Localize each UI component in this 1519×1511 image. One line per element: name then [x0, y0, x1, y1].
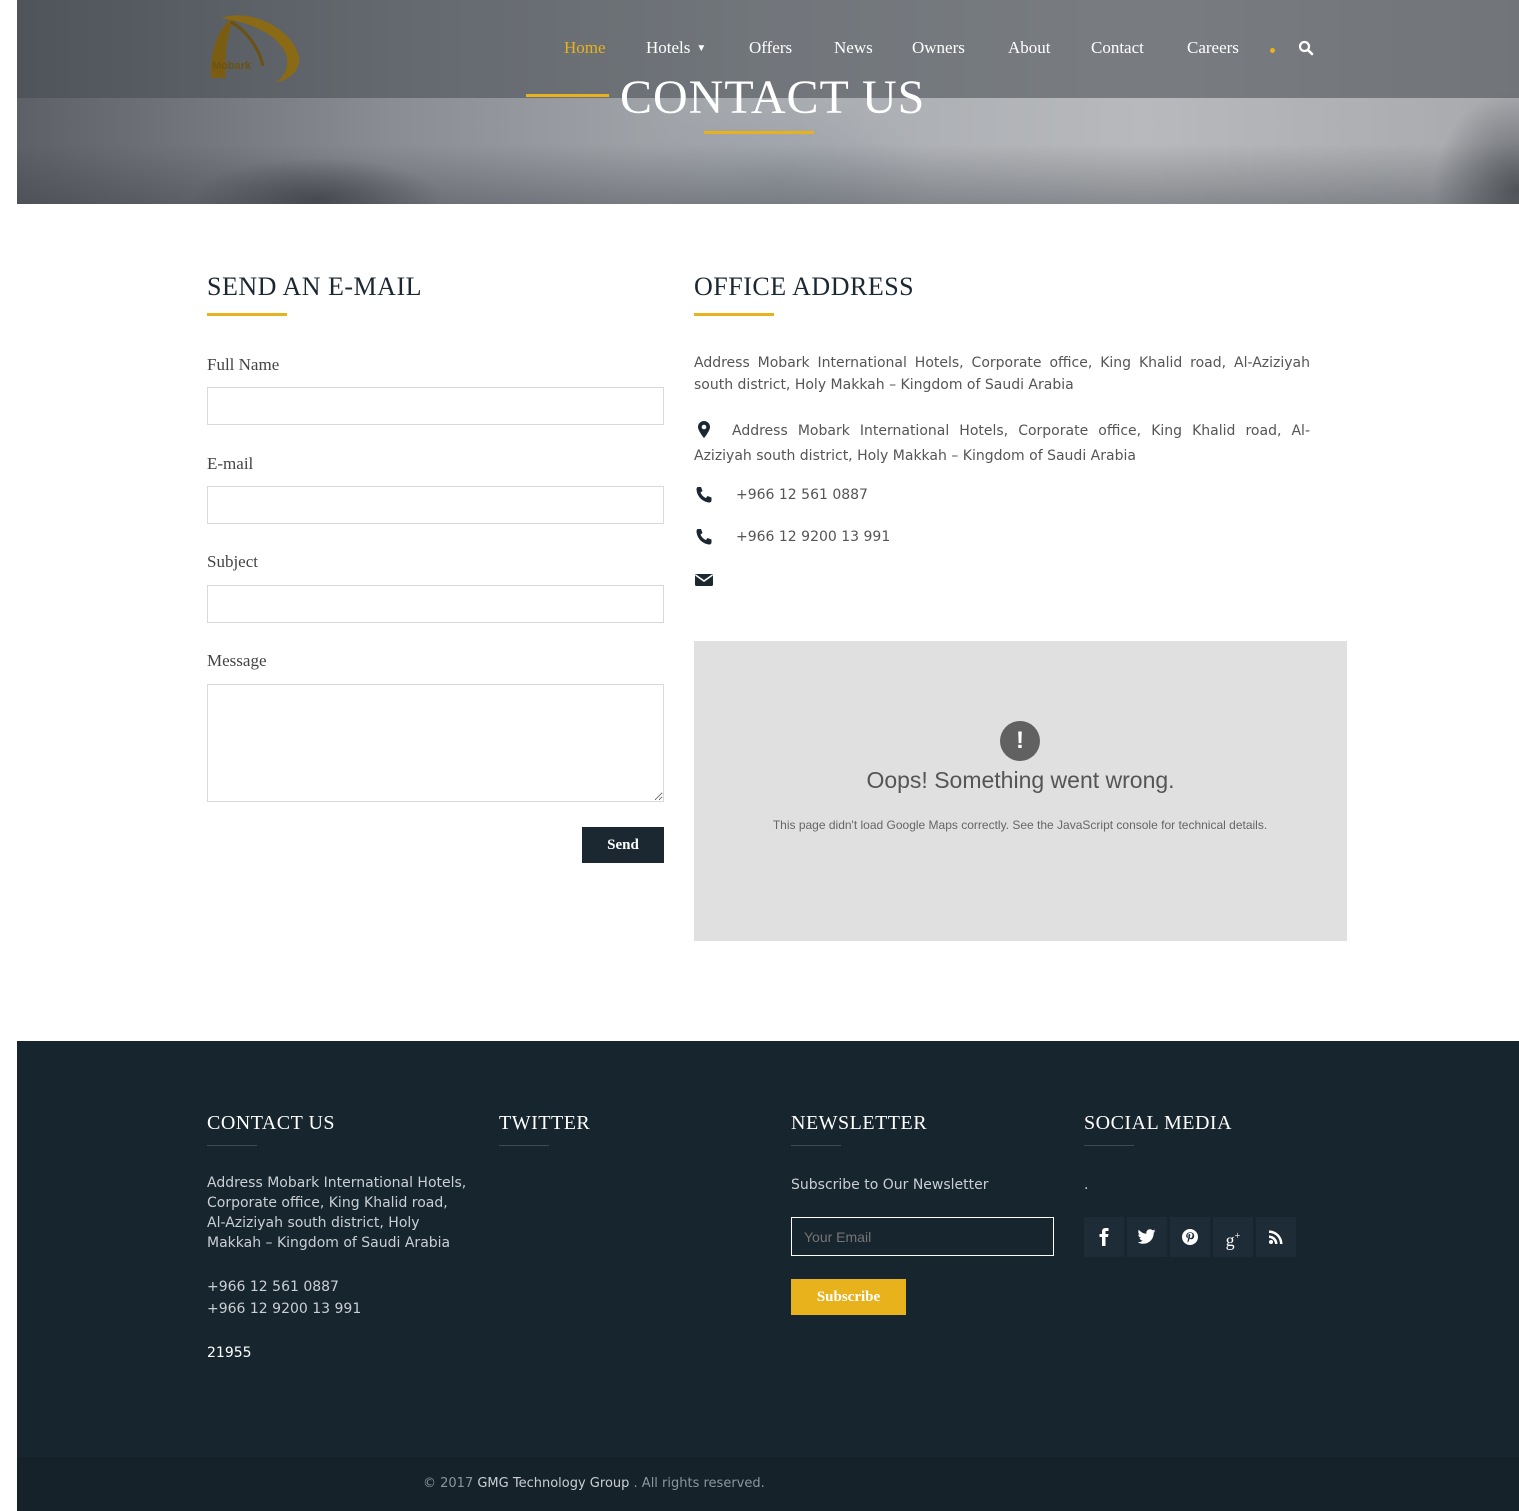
office-address-text: Address Mobark International Hotels, Cor… [694, 423, 1310, 464]
copyright: © 2017 GMG Technology Group . All rights… [423, 1476, 765, 1491]
facebook-icon[interactable] [1084, 1217, 1124, 1257]
error-icon: ! [1000, 721, 1040, 761]
copyright-brand-link[interactable]: GMG Technology Group [477, 1476, 629, 1491]
footer-contact-underline [207, 1145, 257, 1146]
office-title: OFFICE ADDRESS [694, 272, 915, 301]
social-text: . [1084, 1177, 1089, 1193]
office-address: Address Mobark International Hotels, Cor… [694, 355, 1310, 393]
hero-shade [17, 144, 1519, 204]
phone-2[interactable]: +966 12 9200 13 991 [736, 529, 890, 545]
footer-phone-2[interactable]: +966 12 9200 13 991 [207, 1299, 361, 1319]
full-name-label: Full Name [207, 355, 280, 374]
footer-address: Address Mobark International Hotels, Cor… [207, 1175, 467, 1251]
nav-careers[interactable]: Careers [1187, 38, 1239, 58]
subscribe-button[interactable]: Subscribe [791, 1279, 906, 1315]
office-address-line: Address Mobark International Hotels, Cor… [694, 420, 1310, 467]
nav-about[interactable]: About [1008, 38, 1051, 58]
envelope-icon [695, 574, 713, 586]
copyright-prefix: © 2017 [423, 1476, 474, 1491]
message-field[interactable] [207, 684, 664, 802]
form-title-underline [207, 313, 287, 316]
footer-bottom-bar [17, 1457, 1519, 1511]
email-field[interactable] [207, 486, 664, 524]
nav-offers[interactable]: Offers [749, 38, 792, 58]
search-icon[interactable] [1298, 40, 1314, 56]
nav-hotels-label: Hotels [646, 38, 691, 57]
map-container[interactable]: ! Oops! Something went wrong. This page … [694, 641, 1347, 941]
message-label: Message [207, 651, 267, 670]
subject-label: Subject [207, 552, 258, 571]
map-error-description: This page didn't load Google Maps correc… [772, 818, 1268, 832]
phone-icon [696, 529, 712, 545]
chevron-down-icon: ▼ [696, 43, 707, 54]
nav-news[interactable]: News [834, 38, 873, 58]
form-title: SEND AN E-MAIL [207, 272, 422, 301]
hero-title-underline [704, 131, 814, 134]
phone-1[interactable]: +966 12 561 0887 [736, 487, 868, 503]
newsletter-email-input[interactable] [791, 1217, 1054, 1256]
footer-twitter-underline [499, 1145, 549, 1146]
phone-icon [696, 487, 712, 503]
footer-newsletter-underline [791, 1145, 841, 1146]
footer-social-underline [1084, 1145, 1134, 1146]
main-nav: Home Hotels ▼ Offers News Owners About Co… [0, 38, 1519, 64]
send-button[interactable]: Send [582, 827, 664, 863]
page-title: CONTACT US [620, 71, 926, 124]
page-edge [0, 0, 17, 1511]
map-marker-icon [694, 421, 714, 445]
pinterest-icon[interactable] [1170, 1217, 1210, 1257]
footer-zip: 21955 [207, 1345, 252, 1361]
footer-contact-title: CONTACT US [207, 1112, 336, 1134]
footer-newsletter-title: NEWSLETTER [791, 1112, 928, 1134]
nav-owners[interactable]: Owners [912, 38, 965, 58]
office-title-underline [694, 313, 774, 316]
email-label: E-mail [207, 454, 254, 473]
newsletter-text: Subscribe to Our Newsletter [791, 1177, 989, 1193]
hero-title-accent [526, 94, 609, 97]
nav-separator-dot [1270, 48, 1275, 53]
footer-twitter-title: TWITTER [499, 1112, 591, 1134]
google-plus-icon[interactable]: g+ [1213, 1217, 1253, 1257]
footer-phone-1[interactable]: +966 12 561 0887 [207, 1277, 339, 1297]
rss-icon[interactable] [1256, 1217, 1296, 1257]
subject-field[interactable] [207, 585, 664, 623]
footer-social-title: SOCIAL MEDIA [1084, 1112, 1233, 1134]
map-error-title: Oops! Something went wrong. [866, 767, 1175, 793]
twitter-icon[interactable] [1127, 1217, 1167, 1257]
nav-contact[interactable]: Contact [1091, 38, 1144, 58]
full-name-field[interactable] [207, 387, 664, 425]
nav-home[interactable]: Home [564, 38, 606, 58]
copyright-suffix: . All rights reserved. [633, 1476, 765, 1491]
nav-hotels[interactable]: Hotels ▼ [646, 38, 706, 58]
